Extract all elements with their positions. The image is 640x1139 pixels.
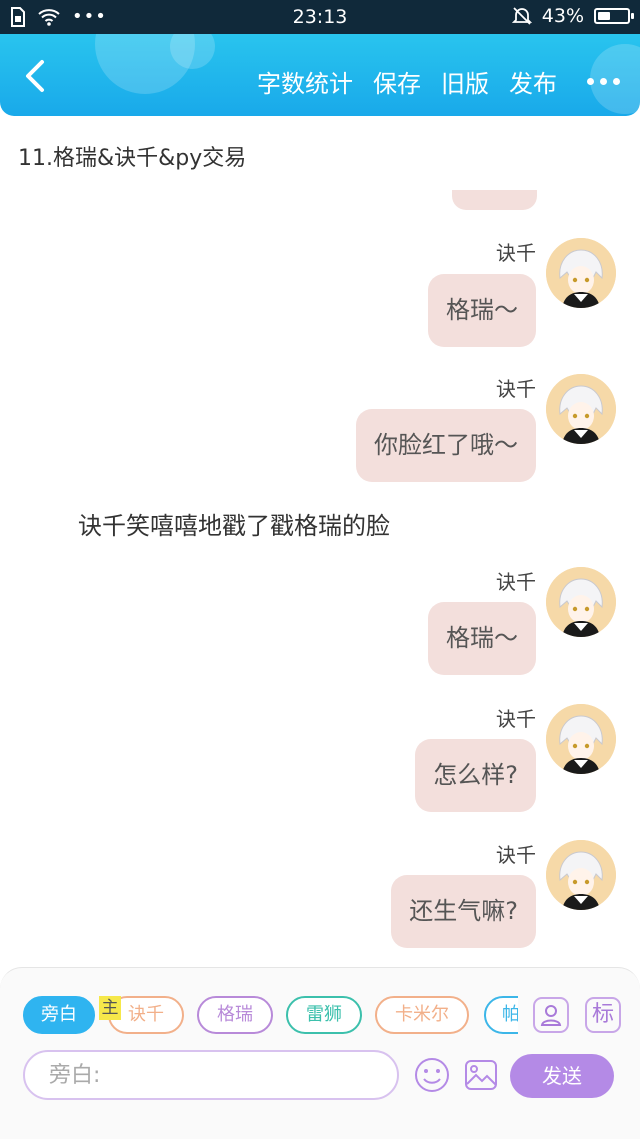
smiley-icon xyxy=(415,1058,449,1092)
back-button[interactable] xyxy=(18,56,52,96)
save-button[interactable]: 保存 xyxy=(373,64,421,99)
main-character-badge: 主 xyxy=(99,996,121,1020)
message-bubble[interactable]: 你脸红了哦～ xyxy=(356,409,536,482)
emoji-button[interactable] xyxy=(413,1056,451,1094)
image-icon xyxy=(465,1060,497,1090)
message-input[interactable] xyxy=(23,1050,399,1100)
app-toolbar: 字数统计 保存 旧版 发布 xyxy=(0,34,640,116)
role-chip-pa[interactable]: 帕 xyxy=(484,996,518,1034)
bell-muted-icon xyxy=(511,7,532,25)
status-bar: ••• 23:13 43% xyxy=(0,0,640,34)
image-button[interactable] xyxy=(462,1056,500,1094)
chevron-left-icon xyxy=(26,60,44,92)
avatar[interactable] xyxy=(546,567,616,637)
battery-percent: 43% xyxy=(541,5,584,27)
avatar[interactable] xyxy=(546,374,616,444)
document-title: 11.格瑞&诀千&py交易 xyxy=(18,146,247,171)
role-chip-leishi[interactable]: 雷狮 xyxy=(286,996,362,1034)
avatar[interactable] xyxy=(546,238,616,308)
more-horizontal-icon xyxy=(587,78,594,85)
speaker-name: 诀千 xyxy=(496,707,536,731)
role-chip-gerui[interactable]: 格瑞 xyxy=(197,996,273,1034)
old-version-button[interactable]: 旧版 xyxy=(441,64,489,99)
role-chip-clip: 帕 xyxy=(484,996,518,1034)
avatar[interactable] xyxy=(546,840,616,910)
role-manage-button[interactable] xyxy=(533,997,569,1033)
speaker-name: 诀千 xyxy=(496,241,536,265)
battery-icon xyxy=(594,8,634,24)
avatar[interactable] xyxy=(546,704,616,774)
publish-button[interactable]: 发布 xyxy=(509,64,557,99)
speaker-name: 诀千 xyxy=(496,377,536,401)
role-chip-kamier[interactable]: 卡米尔 xyxy=(375,996,469,1034)
person-card-icon xyxy=(540,1005,562,1026)
message-bubble[interactable]: 格瑞～ xyxy=(428,602,536,675)
speaker-name: 诀千 xyxy=(496,843,536,867)
narration-text[interactable]: 诀千笑嘻嘻地戳了戳格瑞的脸 xyxy=(78,506,390,541)
more-button[interactable] xyxy=(587,78,620,85)
message-bubble[interactable]: 怎么样? xyxy=(415,739,536,812)
speaker-name: 诀千 xyxy=(496,570,536,594)
send-button[interactable]: 发送 xyxy=(510,1054,614,1098)
message-bubble[interactable]: 还生气嘛? xyxy=(391,875,536,948)
message-bubble-partial xyxy=(452,190,537,210)
chat-scroll-area[interactable]: 诀千 格瑞～ 诀千 你脸红了哦～ 诀千笑嘻嘻地戳了戳格瑞的脸 诀千 格瑞～ 诀千… xyxy=(0,190,640,965)
message-bubble[interactable]: 格瑞～ xyxy=(428,274,536,347)
role-chip-narrator[interactable]: 旁白 xyxy=(23,996,95,1034)
composer-panel: 旁白 诀千 主 格瑞 雷狮 卡米尔 帕 标 发送 xyxy=(0,967,640,1139)
word-count-button[interactable]: 字数统计 xyxy=(257,64,353,99)
tag-tool-button[interactable]: 标 xyxy=(585,997,621,1033)
